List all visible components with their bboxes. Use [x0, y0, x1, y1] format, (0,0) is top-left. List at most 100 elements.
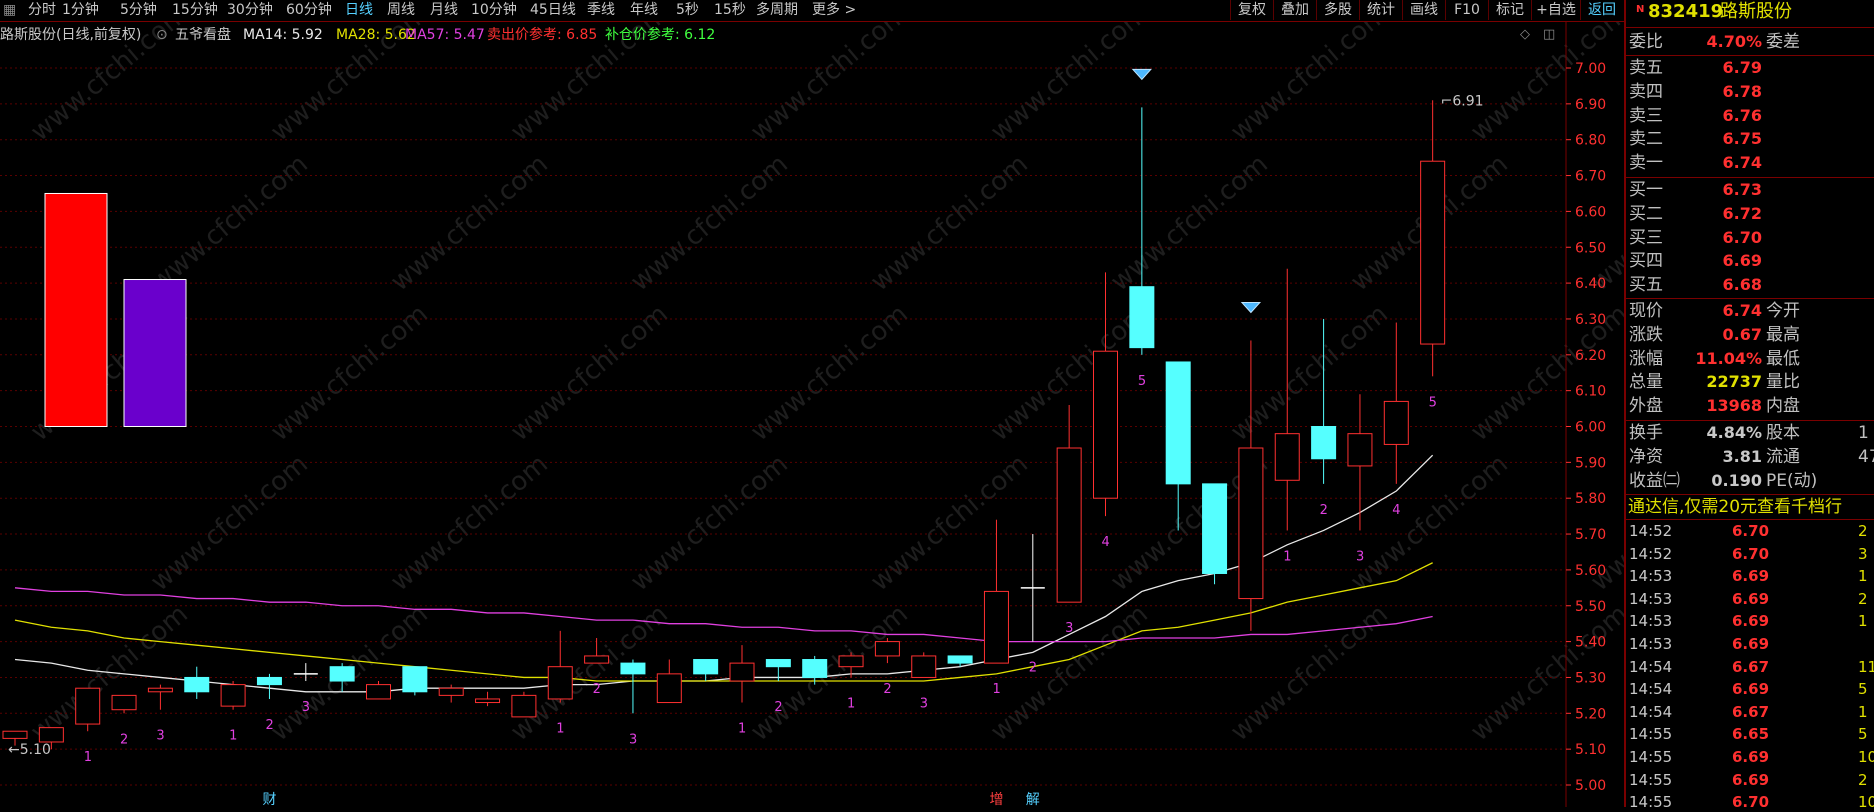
bid-price: 6.73 — [1722, 180, 1762, 199]
stat-value: 11.04% — [1695, 348, 1762, 368]
tick-time: 14:53 — [1629, 635, 1673, 653]
candle-body — [329, 666, 355, 682]
tick-price: 6.67 — [1732, 657, 1770, 676]
count-label: 2 — [120, 732, 128, 747]
promo-banner[interactable]: 通达信,仅需20元查看千档行 — [1628, 497, 1842, 517]
candle — [147, 684, 173, 710]
tab-60min[interactable]: 60分钟 — [286, 1, 332, 19]
candle-body — [256, 676, 282, 686]
count-label: 4 — [1102, 535, 1110, 550]
tab-45day[interactable]: 45日线 — [530, 1, 576, 19]
tab-1min[interactable]: 1分钟 — [62, 1, 99, 19]
tab-yearly[interactable]: 年线 — [630, 1, 658, 19]
tab-15sec[interactable]: 15秒 — [714, 1, 746, 19]
tab-10min[interactable]: 10分钟 — [471, 1, 517, 19]
count-label: 1 — [1283, 549, 1291, 564]
tab-weekly[interactable]: 周线 — [387, 1, 415, 19]
stat-label: 外盘 — [1629, 396, 1663, 417]
bid-price: 6.68 — [1722, 275, 1762, 295]
tab-monthly[interactable]: 月线 — [430, 1, 458, 19]
tab-daily[interactable]: 日线 — [345, 1, 373, 19]
fund-label-2: PE(动) — [1766, 470, 1818, 491]
tab-fenshi[interactable]: 分时 — [28, 1, 56, 19]
bid-price: 6.72 — [1722, 203, 1762, 223]
tab-15min[interactable]: 15分钟 — [172, 1, 218, 19]
stat-value: 22737 — [1706, 372, 1762, 392]
count-label: 1 — [556, 722, 564, 737]
candle-body — [911, 655, 937, 678]
tick-price: 6.67 — [1732, 702, 1770, 721]
tick-volume: 1 — [1858, 702, 1868, 721]
tick-volume: 2 — [1858, 522, 1868, 540]
count-label: 1 — [992, 682, 1000, 697]
tab-5min[interactable]: 5分钟 — [120, 1, 157, 19]
grid-icon[interactable]: ▦ — [3, 1, 16, 19]
diamond-signal-icon — [1131, 68, 1152, 81]
tick-volume: 10 — [1858, 793, 1874, 812]
fund-value: 0.190 — [1711, 470, 1762, 490]
count-label: 2 — [265, 718, 273, 733]
tick-price: 6.65 — [1732, 725, 1770, 744]
tick-volume: 3 — [1858, 544, 1868, 563]
y-tick-label: 7.00 — [1575, 61, 1606, 77]
candlestick-chart[interactable]: www.cfchi.com www.cfchi.com www.cfchi.com w… — [0, 22, 1624, 807]
weicha-label: 委差 — [1766, 32, 1800, 52]
tick-volume: 5 — [1858, 725, 1868, 744]
y-tick-label: 5.90 — [1575, 455, 1606, 471]
back-button[interactable]: 返回 — [1580, 0, 1623, 20]
y-tick-label: 6.30 — [1575, 312, 1606, 328]
y-tick-label: 6.10 — [1575, 384, 1606, 400]
overlay-button[interactable]: 叠加 — [1273, 0, 1316, 20]
stock-name: 路斯股份 — [1720, 1, 1792, 22]
y-tick-label: 6.20 — [1575, 348, 1606, 364]
stats-button[interactable]: 统计 — [1359, 0, 1402, 20]
tab-quarterly[interactable]: 季线 — [587, 1, 615, 19]
ask-label: 卖五 — [1629, 58, 1663, 78]
bid-price: 6.70 — [1722, 227, 1762, 247]
fund-label-2: 股本 — [1766, 423, 1800, 443]
watermark-layer: www.cfchi.com www.cfchi.com www.cfchi.com w… — [25, 22, 1624, 747]
fund-label: 收益㈡ — [1629, 470, 1680, 491]
count-label: 2 — [774, 700, 782, 715]
candle-body — [547, 666, 573, 700]
high-price-note: ⌐6.91 — [1441, 93, 1484, 109]
candle-body — [584, 655, 610, 664]
tab-5sec[interactable]: 5秒 — [676, 1, 699, 19]
y-tick-label: 5.40 — [1575, 635, 1606, 651]
tab-30min[interactable]: 30分钟 — [227, 1, 273, 19]
tab-multi-period[interactable]: 多周期 — [756, 1, 798, 19]
count-label: 4 — [1392, 503, 1400, 518]
low-price-note: ←5.10 — [8, 742, 51, 758]
tab-more[interactable]: 更多 > — [812, 1, 856, 19]
tick-time: 14:53 — [1629, 612, 1673, 631]
watermark-text: www.cfchi.com — [145, 149, 314, 297]
adjust-button[interactable]: 复权 — [1230, 0, 1273, 20]
tick-time: 14:55 — [1629, 793, 1673, 812]
multi-stock-button[interactable]: 多股 — [1316, 0, 1359, 20]
y-tick-label: 6.70 — [1575, 169, 1606, 185]
tick-price: 6.69 — [1732, 770, 1770, 789]
f10-button[interactable]: F10 — [1445, 0, 1488, 20]
draw-button[interactable]: 画线 — [1402, 0, 1445, 20]
candle — [620, 659, 646, 714]
add-watchlist-button[interactable]: +自选 — [1531, 0, 1580, 20]
watermark-text: www.cfchi.com — [385, 149, 554, 297]
count-label: 1 — [84, 750, 92, 765]
tick-time: 14:55 — [1629, 725, 1673, 744]
mark-button[interactable]: 标记 — [1488, 0, 1531, 20]
candle — [911, 652, 937, 678]
legend-sell-ref: 卖出价参考: 6.85 — [487, 26, 597, 43]
count-label: 1 — [738, 722, 746, 737]
candle — [729, 645, 755, 703]
legend-ma14: MA14: 5.92 — [243, 27, 323, 43]
tick-volume: 2 — [1858, 770, 1868, 789]
watermark-text: www.cfchi.com — [985, 22, 1154, 147]
tick-price: 6.69 — [1732, 589, 1770, 608]
y-tick-label: 6.00 — [1575, 420, 1606, 436]
fund-value: 4.84% — [1706, 423, 1762, 442]
tick-time: 14:55 — [1629, 748, 1673, 766]
fund-value: 3.81 — [1722, 446, 1762, 466]
candle — [1129, 107, 1155, 355]
legend-ma28: MA28: 5.62 — [336, 27, 416, 43]
watermark-text: www.cfchi.com — [25, 599, 194, 747]
